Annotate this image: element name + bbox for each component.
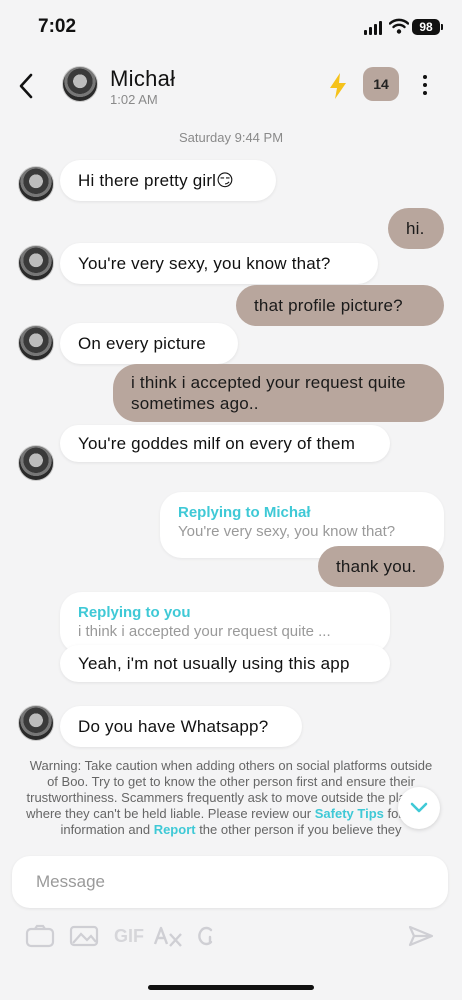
message-bubble-outgoing[interactable]: hi. bbox=[388, 208, 444, 249]
message-bubble-outgoing[interactable]: thank you. bbox=[318, 546, 444, 587]
camera-icon bbox=[25, 924, 55, 948]
status-bar: 7:02 98 bbox=[0, 0, 462, 54]
translate-icon bbox=[153, 926, 182, 947]
message-input-container bbox=[12, 856, 448, 908]
status-time: 7:02 bbox=[38, 16, 77, 37]
message-bubble-outgoing[interactable]: i think i accepted your request quite so… bbox=[113, 364, 444, 422]
chat-header: Michał 1:02 AM 14 bbox=[0, 58, 462, 114]
message-bubble-incoming[interactable]: Yeah, i'm not usually using this app bbox=[60, 645, 390, 682]
report-link[interactable]: Report bbox=[154, 822, 196, 837]
reply-text: i think i accepted your request quite ..… bbox=[78, 623, 331, 640]
message-input[interactable] bbox=[12, 856, 448, 908]
back-button[interactable] bbox=[12, 68, 40, 104]
avatar[interactable] bbox=[18, 166, 54, 202]
day-separator: Saturday 9:44 PM bbox=[178, 130, 284, 145]
message-bubble-incoming[interactable]: On every picture bbox=[60, 323, 238, 364]
gif-button[interactable]: GIF bbox=[112, 922, 146, 950]
message-bubble-incoming[interactable]: You're very sexy, you know that? bbox=[60, 243, 378, 284]
avatar[interactable] bbox=[18, 445, 54, 481]
boost-button[interactable] bbox=[326, 72, 350, 100]
attachment-button[interactable] bbox=[194, 922, 218, 950]
reply-title: Replying to you bbox=[78, 604, 191, 621]
safety-warning: Warning: Take caution when adding others… bbox=[24, 758, 438, 852]
lightning-icon bbox=[330, 73, 346, 99]
avatar[interactable] bbox=[62, 66, 98, 102]
scroll-to-bottom-button[interactable] bbox=[398, 787, 440, 829]
translate-button[interactable] bbox=[152, 922, 184, 950]
avatar[interactable] bbox=[18, 705, 54, 741]
chevron-down-icon bbox=[410, 802, 428, 813]
message-bubble-outgoing[interactable]: that profile picture? bbox=[236, 285, 444, 326]
image-button[interactable] bbox=[68, 922, 100, 950]
home-indicator bbox=[148, 985, 314, 990]
more-options-button[interactable] bbox=[412, 70, 438, 100]
warning-text: the other person if you believe they bbox=[195, 822, 402, 837]
contact-name[interactable]: Michał bbox=[110, 66, 175, 92]
image-icon bbox=[69, 925, 99, 947]
composer-toolbar: GIF bbox=[0, 918, 462, 954]
reply-text: You're very sexy, you know that? bbox=[178, 523, 396, 540]
count-badge[interactable]: 14 bbox=[363, 67, 399, 101]
avatar[interactable] bbox=[18, 325, 54, 361]
more-dots-icon bbox=[423, 75, 427, 79]
message-bubble-incoming[interactable]: You're goddes milf on every of them bbox=[60, 425, 390, 462]
camera-button[interactable] bbox=[24, 922, 56, 950]
send-icon bbox=[408, 925, 434, 947]
wifi-icon bbox=[388, 18, 410, 39]
last-seen-time: 1:02 AM bbox=[110, 92, 158, 107]
send-button[interactable] bbox=[406, 922, 436, 950]
message-bubble-incoming[interactable]: Do you have Whatsapp? bbox=[60, 706, 302, 747]
avatar[interactable] bbox=[18, 245, 54, 281]
signal-icon bbox=[364, 21, 382, 35]
loop-icon bbox=[198, 926, 213, 946]
chevron-left-icon bbox=[19, 73, 33, 99]
message-bubble-incoming[interactable]: Hi there pretty girl😏 bbox=[60, 160, 276, 201]
safety-tips-link[interactable]: Safety Tips bbox=[315, 806, 384, 821]
battery-indicator: 98 bbox=[412, 19, 443, 35]
reply-title: Replying to Michał bbox=[178, 504, 311, 521]
